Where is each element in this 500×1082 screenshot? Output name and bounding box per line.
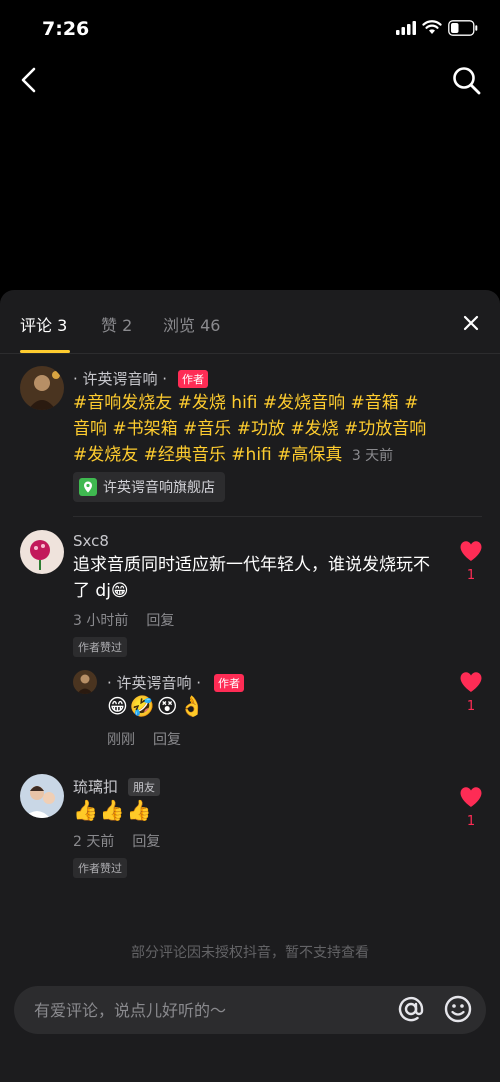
- status-time: 7:26: [42, 18, 90, 40]
- tab-likes[interactable]: 赞 2: [101, 312, 132, 336]
- close-button[interactable]: [460, 312, 482, 334]
- mention-at-icon[interactable]: [396, 994, 426, 1024]
- commenter-name[interactable]: 琉璃扣: [73, 776, 118, 797]
- tab-comments[interactable]: 评论 3: [20, 312, 67, 336]
- friend-badge: 朋友: [128, 778, 160, 796]
- reply-button[interactable]: 回复: [153, 732, 181, 748]
- author-badge: 作者: [178, 370, 208, 388]
- comment-meta: 2 天前 回复: [73, 831, 160, 851]
- store-tag[interactable]: 许英谔音响旗舰店: [73, 472, 225, 502]
- commenter-avatar[interactable]: [20, 530, 64, 574]
- divider: [73, 516, 482, 517]
- reply-button[interactable]: 回复: [132, 834, 160, 850]
- commenter-name[interactable]: · 许英谔音响 ·: [73, 368, 167, 389]
- store-name: 许英谔音响旗舰店: [103, 480, 215, 496]
- tab-indicator: [20, 350, 70, 353]
- comment-time: 3 天前: [351, 448, 394, 464]
- reply-button[interactable]: 回复: [146, 613, 174, 629]
- search-button[interactable]: [450, 64, 484, 98]
- top-nav: [0, 60, 500, 100]
- like-button[interactable]: 1: [458, 540, 484, 583]
- comment-meta: 3 小时前 回复: [73, 610, 174, 630]
- location-pin-icon: [79, 478, 97, 496]
- emoji-icon[interactable]: [443, 994, 473, 1024]
- comment-emojis: 👍👍👍: [73, 798, 154, 822]
- comment-time: 刚刚: [107, 732, 135, 748]
- back-button[interactable]: [14, 64, 46, 96]
- author-avatar[interactable]: [73, 670, 97, 694]
- wifi-icon: [422, 20, 442, 34]
- author-liked-badge: 作者赞过: [73, 637, 127, 657]
- signal-icon: [396, 21, 416, 35]
- author-avatar[interactable]: [20, 366, 64, 410]
- comment-text: 追求音质同时适应新一代年轻人，谁说发烧玩不了 dj😁: [73, 555, 430, 601]
- comment-notice: 部分评论因未授权抖音，暂不支持查看: [131, 945, 369, 961]
- heart-icon: [460, 787, 482, 807]
- like-button[interactable]: 1: [458, 786, 484, 829]
- battery-icon: [448, 20, 478, 36]
- like-count: 1: [466, 814, 476, 829]
- status-bar: 7:26: [0, 0, 500, 56]
- heart-icon: [460, 541, 482, 561]
- comment-input-bar: [0, 976, 500, 1082]
- heart-icon: [460, 672, 482, 692]
- comment-meta: 刚刚 回复: [107, 729, 181, 749]
- comment-sheet: 评论 3 赞 2 浏览 46 · 许英谔音响 · 作者 #音响发烧友 #发烧 h…: [0, 290, 500, 1082]
- comment-time: 3 小时前: [73, 613, 129, 629]
- like-count: 1: [466, 699, 476, 714]
- like-count: 1: [466, 568, 476, 583]
- commenter-avatar[interactable]: [20, 774, 64, 818]
- like-button[interactable]: 1: [458, 671, 484, 714]
- commenter-name[interactable]: · 许英谔音响 ·: [107, 672, 201, 693]
- comment-text: #音响发烧友 #发烧 hifi #发烧音响 #音箱 #音响 #书架箱 #音乐 #…: [73, 390, 435, 469]
- comment-emojis: 😁🤣😵👌: [107, 694, 207, 718]
- author-badge: 作者: [214, 674, 244, 692]
- tab-bar: 评论 3 赞 2 浏览 46: [0, 290, 500, 354]
- author-liked-badge: 作者赞过: [73, 858, 127, 878]
- tab-views[interactable]: 浏览 46: [163, 312, 220, 336]
- commenter-name[interactable]: Sxc8: [73, 532, 109, 550]
- comment-time: 2 天前: [73, 834, 115, 850]
